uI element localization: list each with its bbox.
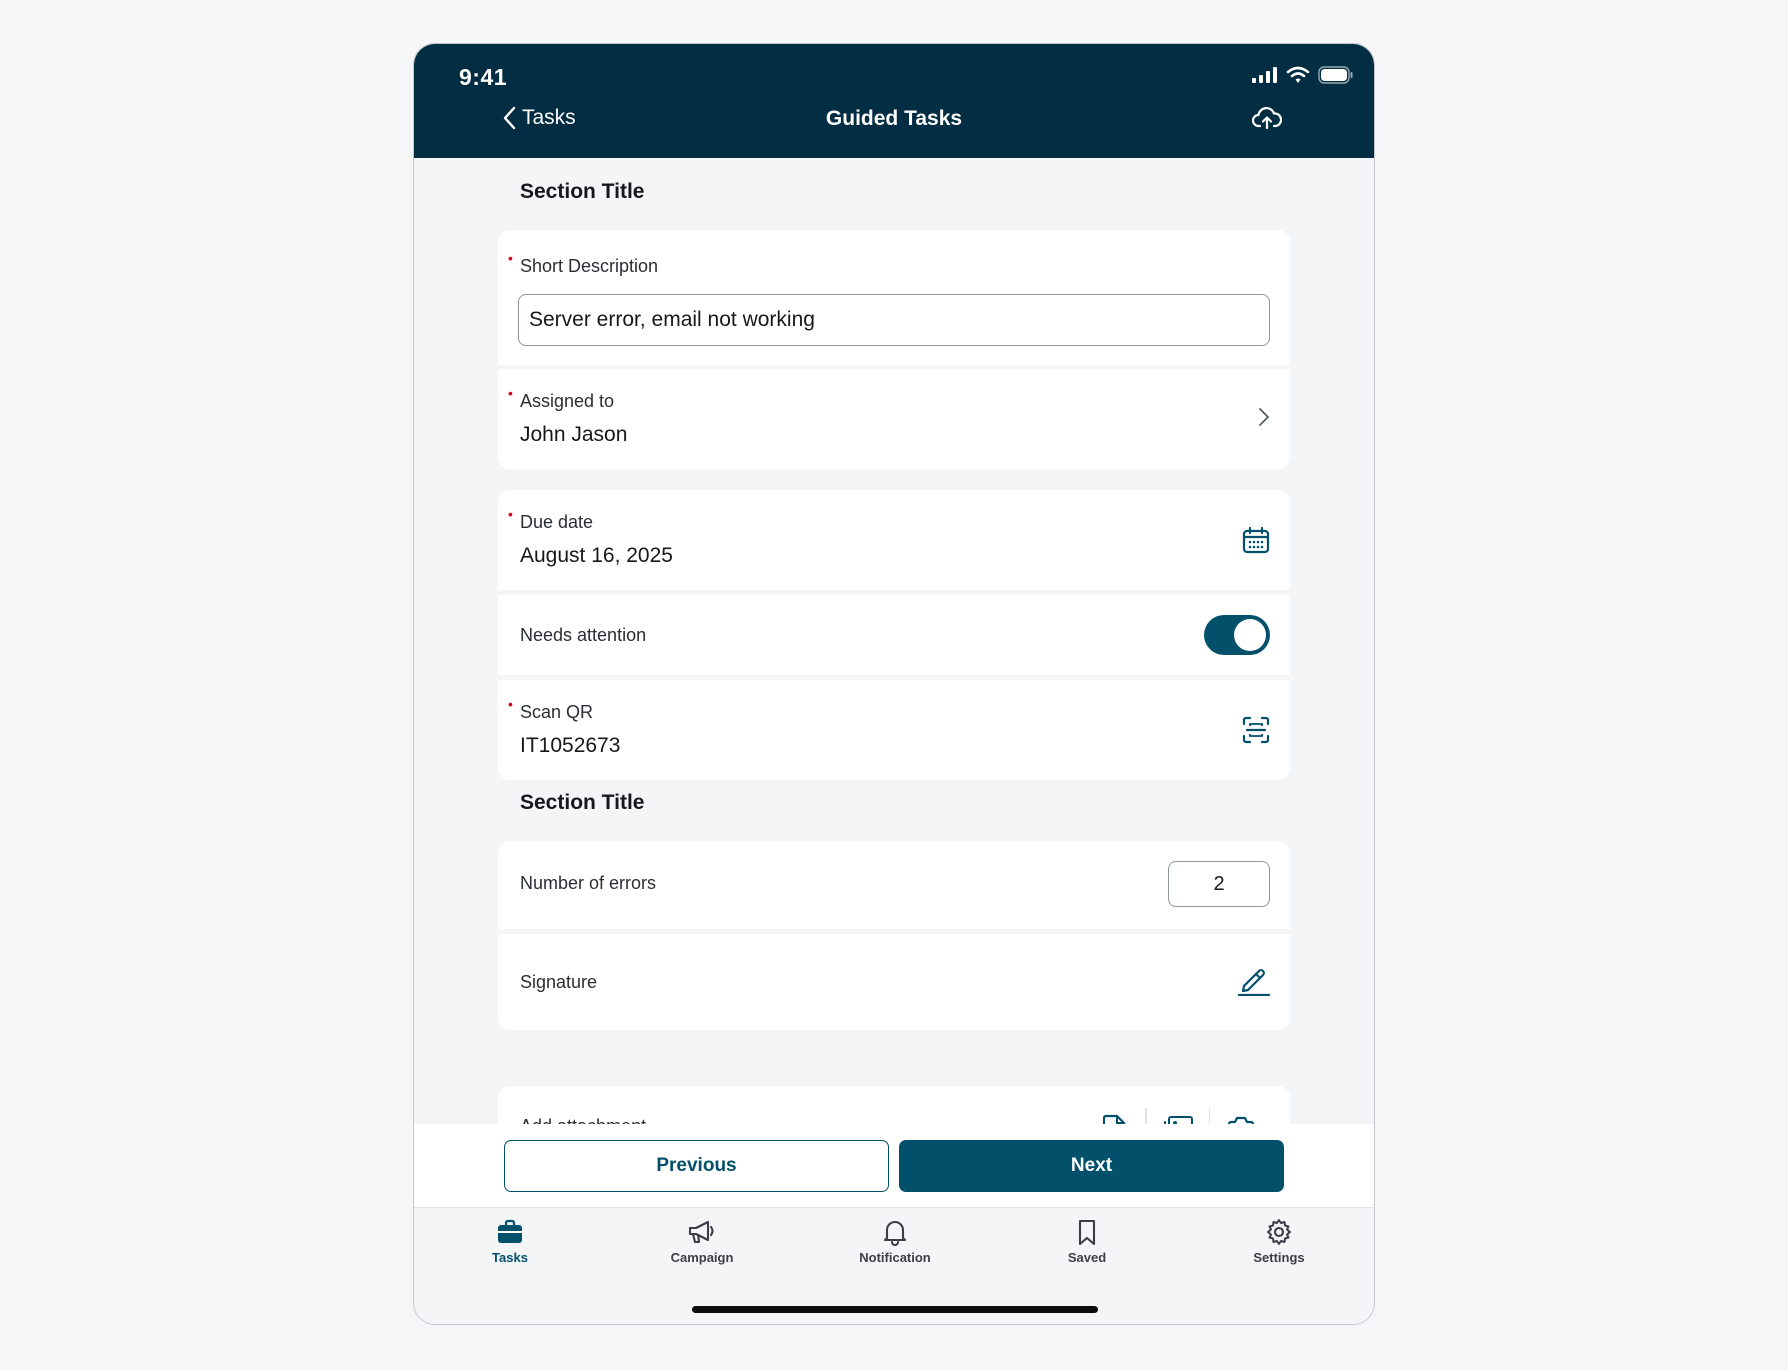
scan-qr-value: IT1052673 (520, 734, 621, 757)
needs-attention-row: Needs attention (498, 595, 1290, 675)
chevron-right-icon (1259, 408, 1269, 426)
tab-label: Saved (1067, 1250, 1107, 1265)
status-time: 9:41 (459, 64, 508, 90)
bell-icon (883, 1221, 907, 1246)
previous-button[interactable]: Previous (504, 1140, 889, 1192)
short-description-label: Short Description (508, 250, 658, 277)
needs-attention-toggle[interactable] (1204, 615, 1270, 655)
chevron-left-icon (503, 106, 516, 130)
number-of-errors-label: Number of errors (520, 873, 657, 893)
assigned-to-value: John Jason (520, 423, 628, 446)
due-date-label: Due date (508, 506, 593, 533)
tab-label: Tasks (492, 1250, 528, 1265)
battery-icon (1318, 66, 1353, 84)
signature-button[interactable] (1238, 964, 1270, 996)
cloud-upload-icon (1251, 107, 1283, 130)
tab-settings[interactable]: Settings (1209, 1218, 1349, 1265)
signature-label: Signature (520, 972, 598, 992)
back-label: Tasks (522, 106, 576, 129)
next-button[interactable]: Next (899, 1140, 1284, 1192)
tab-campaign[interactable]: Campaign (632, 1218, 772, 1265)
needs-attention-label: Needs attention (520, 625, 647, 645)
section-title: Section Title (520, 791, 645, 814)
app-header: 9:41 Tasks Guided Tasks (414, 44, 1374, 158)
tab-notification[interactable]: Notification (825, 1218, 965, 1265)
calendar-icon (1242, 526, 1270, 554)
number-of-errors-input[interactable] (1168, 861, 1270, 907)
action-bar: Previous Next (414, 1124, 1374, 1208)
pen-signature-icon (1238, 969, 1270, 996)
tab-saved[interactable]: Saved (1017, 1218, 1157, 1265)
wifi-icon (1286, 66, 1310, 83)
tablet-frame: 9:41 Tasks Guided Tasks Section Title • … (413, 43, 1375, 1325)
tab-tasks[interactable]: Tasks (440, 1218, 580, 1265)
cloud-upload-button[interactable] (1251, 106, 1283, 135)
toggle-knob (1234, 619, 1266, 651)
megaphone-icon (688, 1220, 714, 1244)
qr-scan-icon (1242, 716, 1270, 744)
assigned-to-chevron (1258, 407, 1270, 427)
status-icons (1252, 66, 1354, 84)
briefcase-icon (498, 1219, 522, 1243)
bookmark-icon (1078, 1219, 1096, 1246)
assigned-to-label: Assigned to (508, 385, 614, 412)
scan-qr-label: Scan QR (508, 696, 593, 723)
back-button[interactable]: Tasks (502, 106, 576, 130)
tab-label: Settings (1253, 1250, 1305, 1265)
due-date-value: August 16, 2025 (520, 544, 673, 567)
signature-row: Signature (498, 934, 1290, 1030)
short-description-input[interactable] (518, 294, 1270, 346)
due-date-card: Due date August 16, 2025 (498, 490, 1290, 590)
due-date-picker-button[interactable] (1242, 526, 1270, 554)
tab-label: Campaign (670, 1250, 734, 1265)
scan-qr-button[interactable] (1242, 716, 1270, 744)
tab-label: Notification (859, 1250, 931, 1265)
section-title: Section Title (520, 180, 645, 203)
gear-icon (1267, 1219, 1291, 1245)
scan-qr-card: Scan QR IT1052673 (498, 680, 1290, 780)
home-indicator (692, 1306, 1098, 1313)
cellular-signal-icon (1252, 67, 1277, 83)
number-of-errors-row: Number of errors (498, 841, 1290, 929)
assigned-to-row[interactable]: Assigned to John Jason (498, 369, 1290, 469)
short-description-card: Short Description (498, 230, 1290, 365)
